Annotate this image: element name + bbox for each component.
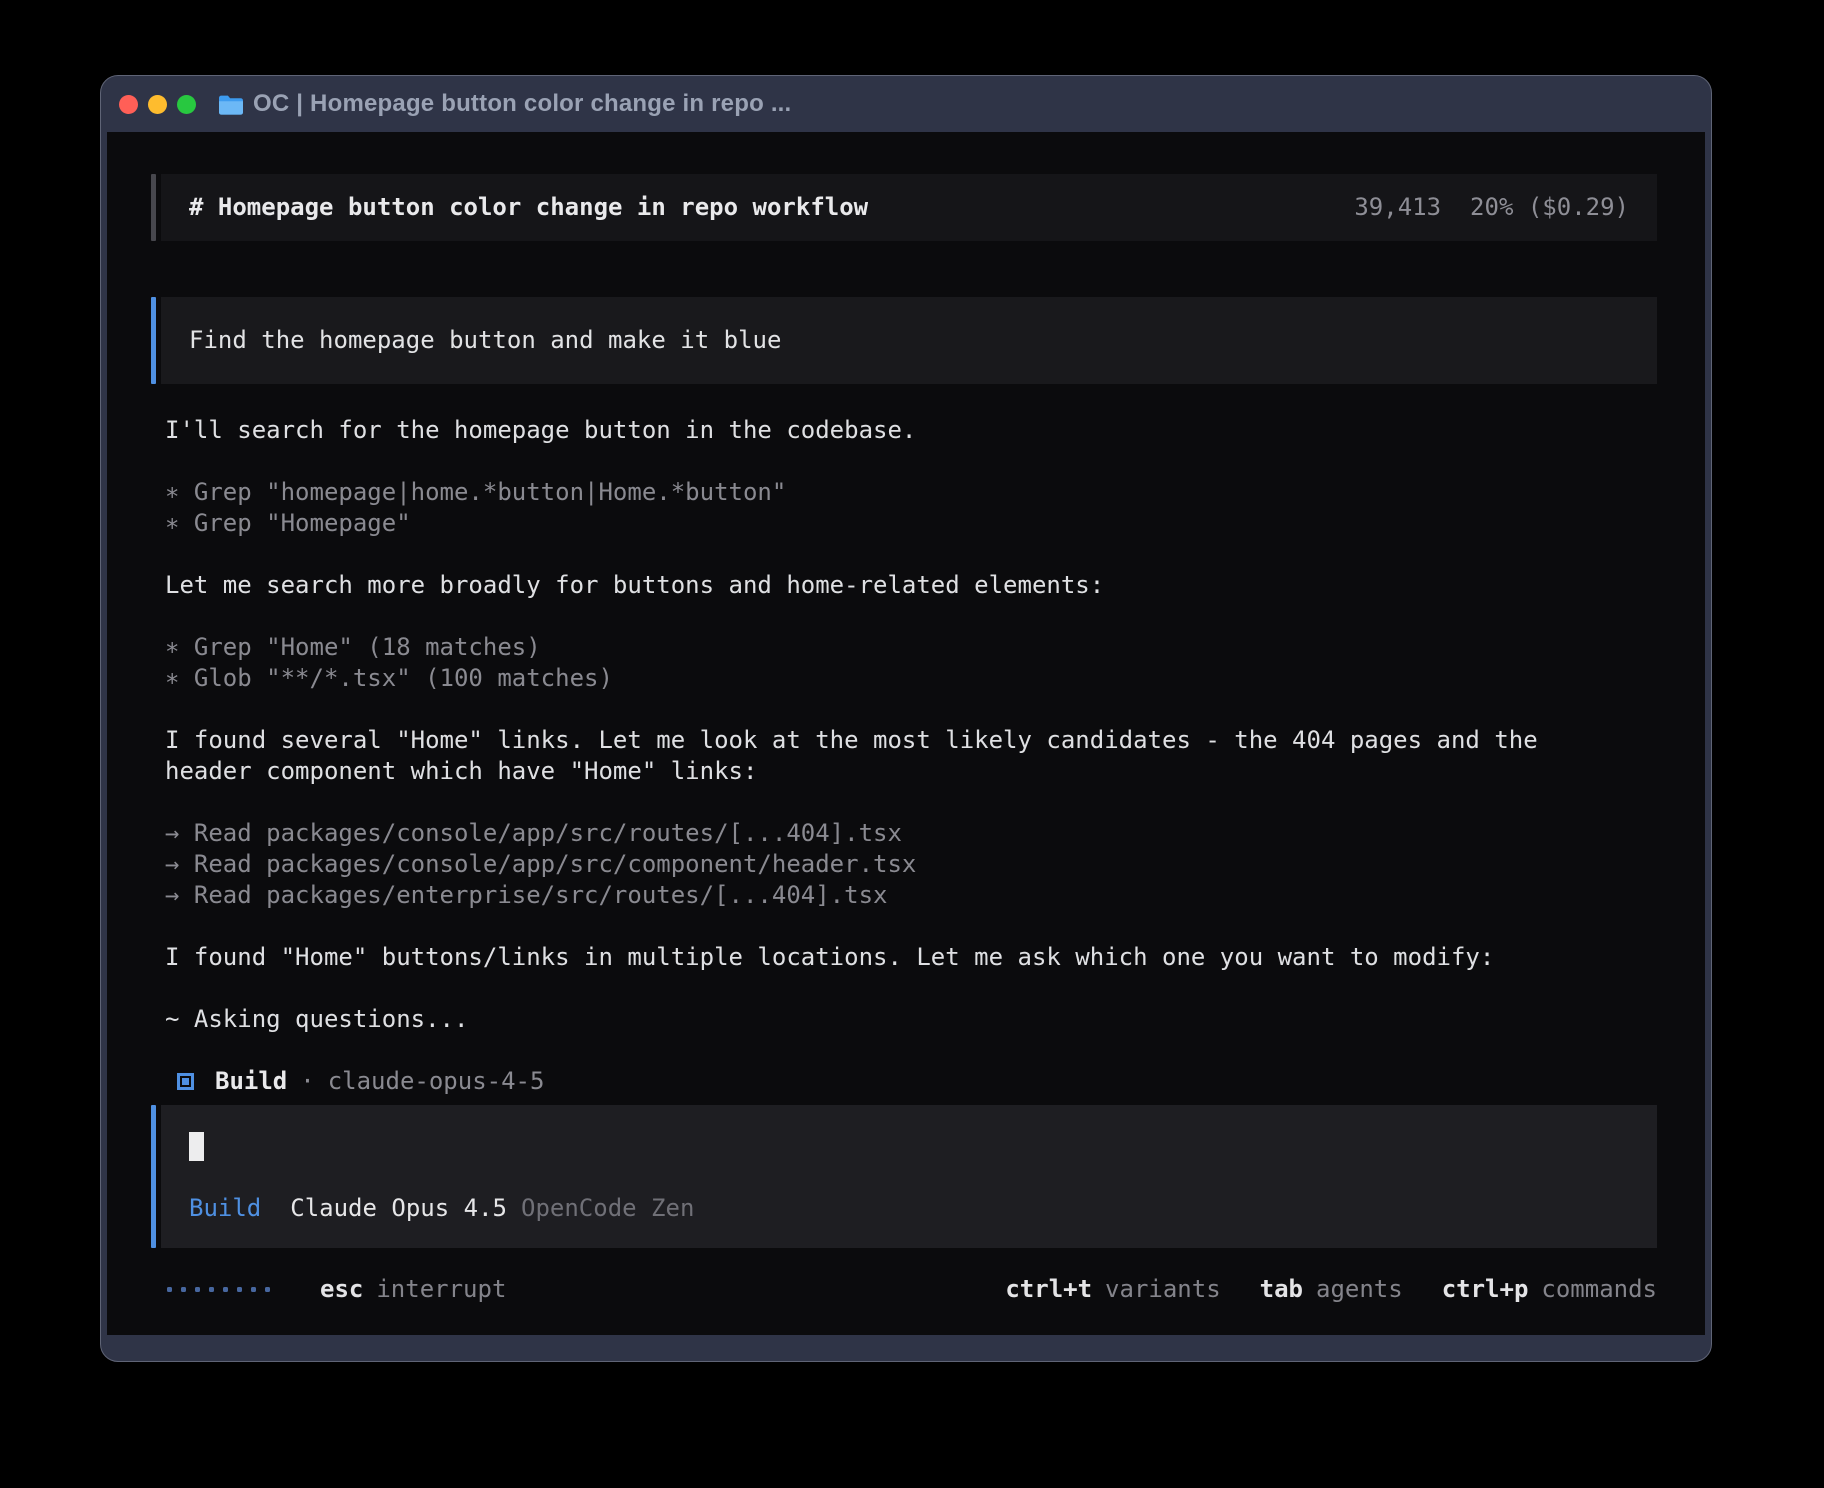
- spinner-dot: [251, 1287, 256, 1292]
- spinner-dot: [223, 1287, 228, 1292]
- shortcut-agents: tab agents: [1260, 1274, 1403, 1305]
- prompt-agent-label: Build: [189, 1193, 261, 1224]
- session-header-border: [151, 174, 156, 241]
- spinner-dots: [167, 1287, 270, 1292]
- assistant-text: I'll search for the homepage button in t…: [165, 415, 1657, 446]
- spinner-dot: [195, 1287, 200, 1292]
- shortcut-label: commands: [1541, 1274, 1657, 1305]
- user-message: Find the homepage button and make it blu…: [151, 297, 1657, 384]
- window-title-group: OC | Homepage button color change in rep…: [218, 90, 791, 118]
- asking-questions-status: ~ Asking questions...: [165, 1004, 1657, 1035]
- prompt-input-border: [151, 1105, 156, 1248]
- prompt-meta-row: Build Claude Opus 4.5 OpenCode Zen: [189, 1193, 1629, 1224]
- zoom-button[interactable]: [177, 95, 196, 114]
- shortcut-key: tab: [1260, 1274, 1303, 1305]
- shortcut-label: variants: [1105, 1274, 1221, 1305]
- agent-name: Build: [215, 1066, 287, 1097]
- assistant-text-block: I found "Home" buttons/links in multiple…: [151, 942, 1657, 973]
- session-stats: 39,413 20% ($0.29): [1354, 192, 1629, 223]
- token-count: 39,413: [1354, 192, 1441, 223]
- tool-call-grep: ∗ Grep "homepage|home.*button|Home.*butt…: [165, 477, 1657, 508]
- agent-separator: ·: [300, 1066, 314, 1097]
- spinner-dot: [209, 1287, 214, 1292]
- folder-icon: [218, 94, 244, 115]
- prompt-input[interactable]: Build Claude Opus 4.5 OpenCode Zen: [151, 1105, 1657, 1248]
- spinner-dot: [181, 1287, 186, 1292]
- text-cursor: [189, 1132, 204, 1161]
- user-message-border: [151, 297, 156, 384]
- assistant-text-block: I'll search for the homepage button in t…: [151, 415, 1657, 446]
- shortcut-key: esc: [320, 1274, 363, 1305]
- window-titlebar: OC | Homepage button color change in rep…: [101, 76, 1711, 132]
- shortcut-variants: ctrl+t variants: [1005, 1274, 1220, 1305]
- prompt-input-line[interactable]: [189, 1131, 1629, 1162]
- spinner-dot: [265, 1287, 270, 1292]
- assistant-text-block: I found several "Home" links. Let me loo…: [151, 725, 1657, 787]
- assistant-text: I found "Home" buttons/links in multiple…: [165, 942, 1657, 973]
- tool-call-read: → Read packages/console/app/src/componen…: [165, 849, 1657, 880]
- tool-call-block: ∗ Grep "homepage|home.*button|Home.*butt…: [151, 477, 1657, 539]
- tool-call-grep: ∗ Grep "Home" (18 matches): [165, 632, 1657, 663]
- window-controls: [119, 95, 196, 114]
- tool-call-glob: ∗ Glob "**/*.tsx" (100 matches): [165, 663, 1657, 694]
- shortcut-label: agents: [1316, 1274, 1403, 1305]
- tool-call-block: → Read packages/console/app/src/routes/[…: [151, 818, 1657, 911]
- assistant-text: Let me search more broadly for buttons a…: [165, 570, 1657, 601]
- tool-call-read: → Read packages/console/app/src/routes/[…: [165, 818, 1657, 849]
- shortcut-hints: ctrl+t variants tab agents ctrl+p comman…: [1005, 1274, 1657, 1305]
- spinner-dot: [167, 1287, 172, 1292]
- prompt-model-label: Claude Opus 4.5: [290, 1193, 507, 1224]
- window-title: OC | Homepage button color change in rep…: [253, 90, 791, 118]
- assistant-text: header component which have "Home" links…: [165, 756, 1657, 787]
- status-bar: esc interrupt ctrl+t variants tab agents…: [151, 1274, 1657, 1305]
- spinner-dot: [237, 1287, 242, 1292]
- shortcut-label: interrupt: [376, 1274, 506, 1305]
- assistant-text-block: Let me search more broadly for buttons a…: [151, 570, 1657, 601]
- session-title: # Homepage button color change in repo w…: [189, 192, 868, 223]
- agent-model: claude-opus-4-5: [328, 1066, 545, 1097]
- user-message-text: Find the homepage button and make it blu…: [161, 297, 1657, 384]
- prompt-provider-label: OpenCode Zen: [521, 1193, 694, 1224]
- terminal-window: OC | Homepage button color change in rep…: [100, 75, 1712, 1362]
- shortcut-key: ctrl+p: [1442, 1274, 1529, 1305]
- shortcut-commands: ctrl+p commands: [1442, 1274, 1657, 1305]
- build-agent-icon: [177, 1073, 194, 1090]
- context-cost: 20% ($0.29): [1470, 192, 1629, 223]
- minimize-button[interactable]: [148, 95, 167, 114]
- tool-call-grep: ∗ Grep "Homepage": [165, 508, 1657, 539]
- shortcut-key: ctrl+t: [1005, 1274, 1092, 1305]
- agent-status: Build · claude-opus-4-5: [177, 1066, 1657, 1097]
- session-header: # Homepage button color change in repo w…: [151, 174, 1657, 241]
- assistant-working-block: ~ Asking questions...: [151, 1004, 1657, 1035]
- shortcut-interrupt: esc interrupt: [320, 1274, 506, 1305]
- terminal-content: # Homepage button color change in repo w…: [107, 132, 1705, 1335]
- tool-call-read: → Read packages/enterprise/src/routes/[.…: [165, 880, 1657, 911]
- assistant-text: I found several "Home" links. Let me loo…: [165, 725, 1657, 756]
- tool-call-block: ∗ Grep "Home" (18 matches) ∗ Glob "**/*.…: [151, 632, 1657, 694]
- close-button[interactable]: [119, 95, 138, 114]
